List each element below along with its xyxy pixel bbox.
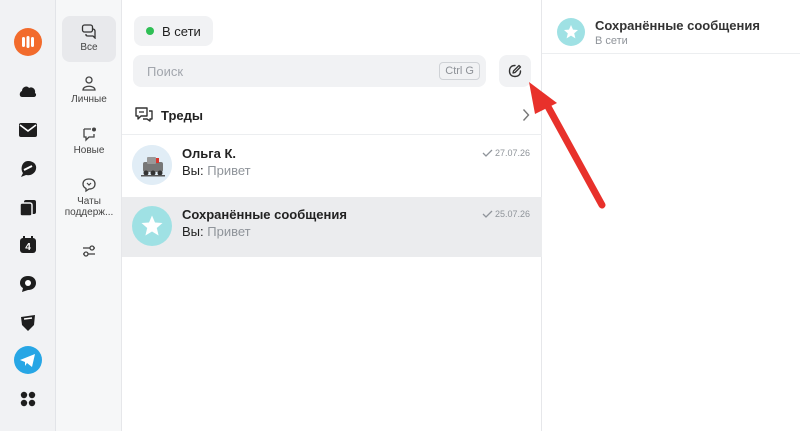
threads-label: Треды — [161, 108, 203, 123]
folder-column: Все Личные Новые Чаты поддерж... — [56, 0, 122, 431]
chat-subtitle: В сети — [595, 35, 628, 47]
chat-list-item[interactable]: Ольга К. Вы: Привет 27.07.26 — [122, 136, 542, 196]
threads-icon — [135, 107, 153, 122]
chat-preview: Вы: Привет — [182, 163, 251, 178]
avatar — [557, 18, 585, 46]
compose-button[interactable] — [499, 55, 531, 87]
star-icon — [141, 215, 163, 236]
mail-icon[interactable] — [14, 116, 42, 144]
calendar-icon[interactable]: 4 — [14, 231, 42, 259]
filter-settings-icon — [83, 245, 95, 257]
folder-personal[interactable]: Личные — [62, 68, 116, 114]
messenger-icon[interactable] — [14, 155, 42, 183]
chat-preview-prefix: Вы: — [182, 163, 204, 178]
folder-settings[interactable] — [62, 236, 116, 282]
cloud-icon[interactable] — [14, 77, 42, 105]
chat-name: Сохранённые сообщения — [182, 207, 347, 222]
read-check-icon — [482, 149, 493, 157]
new-chat-icon — [83, 127, 96, 142]
chat-bubbles-icon — [81, 24, 96, 39]
chat-header[interactable]: Сохранённые сообщения В сети — [542, 0, 800, 54]
folder-label: Все — [80, 42, 98, 53]
status-label: В сети — [162, 23, 201, 39]
folder-all[interactable]: Все — [62, 16, 116, 62]
chat-name: Ольга К. — [182, 146, 236, 161]
app-rail: 4 — [0, 0, 56, 431]
star-icon — [564, 25, 578, 39]
compose-pencil-icon — [508, 64, 522, 78]
chat-list-item[interactable]: Сохранённые сообщения Вы: Привет 25.07.2… — [122, 197, 542, 257]
app-logo-icon[interactable] — [14, 28, 42, 56]
chat-preview-message: Привет — [207, 224, 251, 239]
telegram-icon[interactable] — [14, 346, 42, 374]
chat-list-panel: В сети Ctrl G Треды Ольга К. Вы: Привет … — [122, 0, 542, 431]
chat-date-text: 27.07.26 — [494, 148, 530, 158]
folder-label: Новые — [73, 145, 105, 156]
threads-row[interactable]: Треды — [122, 97, 542, 135]
copy-icon[interactable] — [14, 194, 42, 222]
folder-support[interactable]: Чаты поддерж... — [62, 170, 116, 222]
avatar — [132, 206, 172, 246]
folder-label: Личные — [71, 94, 107, 105]
calendar-day: 4 — [25, 242, 31, 253]
shield-icon[interactable] — [14, 309, 42, 337]
chat-date: 25.07.26 — [482, 209, 530, 219]
chat-preview-message: Привет — [207, 163, 251, 178]
chat-preview-prefix: Вы: — [182, 224, 204, 239]
online-status-button[interactable]: В сети — [134, 16, 213, 46]
folder-new[interactable]: Новые — [62, 119, 116, 165]
chat-preview: Вы: Привет — [182, 224, 251, 239]
online-dot-icon — [146, 27, 154, 35]
chat-date-text: 25.07.26 — [494, 209, 530, 219]
train-avatar-icon — [132, 145, 172, 185]
read-check-icon — [482, 210, 493, 218]
person-icon — [82, 76, 96, 91]
search-box: Ctrl G — [133, 55, 486, 87]
avatar — [132, 145, 172, 185]
chat-view-pane: Сохранённые сообщения В сети — [542, 0, 800, 431]
folder-label: Чаты поддерж... — [64, 196, 114, 218]
chat-title: Сохранённые сообщения — [595, 18, 760, 33]
speech-icon[interactable] — [14, 270, 42, 298]
chevron-right-icon — [522, 109, 530, 121]
search-shortcut-badge: Ctrl G — [439, 62, 480, 80]
search-input[interactable] — [133, 55, 433, 87]
chat-date: 27.07.26 — [482, 148, 530, 158]
apps-grid-icon[interactable] — [14, 385, 42, 413]
support-chat-icon — [82, 178, 96, 193]
